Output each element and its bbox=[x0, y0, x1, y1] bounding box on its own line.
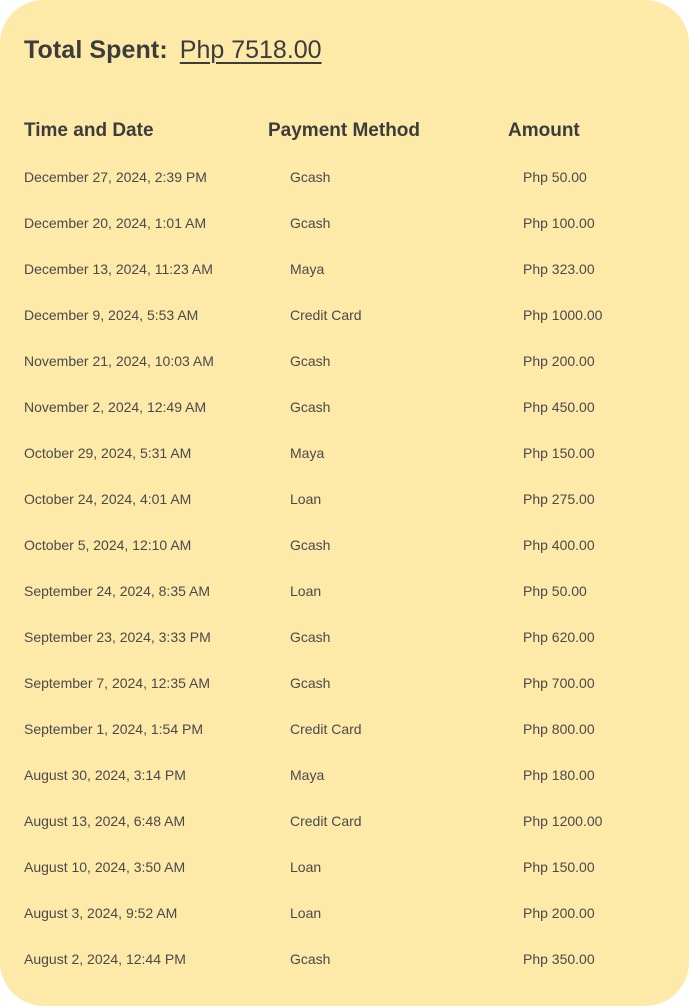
transaction-date: December 27, 2024, 2:39 PM bbox=[24, 169, 207, 185]
payment-method: Gcash bbox=[290, 215, 331, 231]
transaction-amount: Php 180.00 bbox=[523, 767, 595, 783]
table-row: August 30, 2024, 3:14 PM Maya Php 180.00 bbox=[0, 764, 689, 810]
table-row: December 9, 2024, 5:53 AM Credit Card Php … bbox=[0, 304, 689, 350]
transaction-date: September 23, 2024, 3:33 PM bbox=[24, 629, 211, 645]
column-header-payment-method: Payment Method bbox=[268, 120, 421, 141]
table-row: September 7, 2024, 12:35 AM Gcash Php 700.… bbox=[0, 672, 689, 718]
transaction-date: August 2, 2024, 12:44 PM bbox=[24, 951, 186, 967]
column-header-amount: Amount bbox=[508, 120, 580, 141]
payment-method: Maya bbox=[290, 445, 325, 461]
payment-method: Gcash bbox=[290, 629, 331, 645]
transaction-date: December 13, 2024, 11:23 AM bbox=[24, 261, 213, 277]
table-row: August 13, 2024, 6:48 AM Credit Card Php 1… bbox=[0, 810, 689, 856]
table-row: December 20, 2024, 1:01 AM Gcash Php 100.0… bbox=[0, 212, 689, 258]
payment-method: Gcash bbox=[290, 537, 331, 553]
payment-method: Loan bbox=[290, 859, 322, 875]
payment-method: Credit Card bbox=[290, 721, 362, 737]
transaction-amount: Php 50.00 bbox=[523, 169, 587, 185]
transactions-card: Total Spent: Php 7518.00 Time and Date P… bbox=[0, 0, 689, 1006]
transaction-date: December 9, 2024, 5:53 AM bbox=[24, 307, 199, 323]
transaction-amount: Php 200.00 bbox=[523, 905, 595, 921]
table-row: October 24, 2024, 4:01 AM Loan Php 275.00 bbox=[0, 488, 689, 534]
transaction-date: December 20, 2024, 1:01 AM bbox=[24, 215, 207, 231]
transaction-date: October 29, 2024, 5:31 AM bbox=[24, 445, 192, 461]
table-row: August 10, 2024, 3:50 AM Loan Php 150.00 bbox=[0, 856, 689, 902]
transaction-amount: Php 400.00 bbox=[523, 537, 595, 553]
transaction-date: September 24, 2024, 8:35 AM bbox=[24, 583, 211, 599]
table-header: Time and Date Payment Method Amount bbox=[0, 120, 689, 148]
payment-method: Loan bbox=[290, 583, 322, 599]
payment-method: Maya bbox=[290, 767, 325, 783]
payment-method: Gcash bbox=[290, 399, 331, 415]
payment-method: Maya bbox=[290, 261, 325, 277]
transaction-date: August 3, 2024, 9:52 AM bbox=[24, 905, 178, 921]
table-row: November 21, 2024, 10:03 AM Gcash Php 200.… bbox=[0, 350, 689, 396]
table-row: August 2, 2024, 12:44 PM Gcash Php 350.00 bbox=[0, 948, 689, 994]
transaction-amount: Php 200.00 bbox=[523, 353, 595, 369]
transaction-date: August 30, 2024, 3:14 PM bbox=[24, 767, 186, 783]
transaction-amount: Php 150.00 bbox=[523, 859, 595, 875]
transaction-amount: Php 275.00 bbox=[523, 491, 595, 507]
table-row: October 5, 2024, 12:10 AM Gcash Php 400.00 bbox=[0, 534, 689, 580]
transaction-date: August 13, 2024, 6:48 AM bbox=[24, 813, 186, 829]
transaction-amount: Php 1200.00 bbox=[523, 813, 603, 829]
transaction-amount: Php 150.00 bbox=[523, 445, 595, 461]
transaction-date: September 7, 2024, 12:35 AM bbox=[24, 675, 211, 691]
payment-method: Credit Card bbox=[290, 307, 362, 323]
table-row: October 29, 2024, 5:31 AM Maya Php 150.00 bbox=[0, 442, 689, 488]
transaction-amount: Php 323.00 bbox=[523, 261, 595, 277]
table-row: December 27, 2024, 2:39 PM Gcash Php 50.00 bbox=[0, 166, 689, 212]
transaction-date: November 21, 2024, 10:03 AM bbox=[24, 353, 214, 369]
table-row: November 2, 2024, 12:49 AM Gcash Php 450.0… bbox=[0, 396, 689, 442]
transaction-date: November 2, 2024, 12:49 AM bbox=[24, 399, 207, 415]
total-spent-value-link[interactable]: Php 7518.00 bbox=[180, 36, 322, 65]
transaction-amount: Php 620.00 bbox=[523, 629, 595, 645]
total-spent-label: Total Spent: bbox=[24, 36, 168, 64]
table-row: August 3, 2024, 9:52 AM Loan Php 200.00 bbox=[0, 902, 689, 948]
transaction-amount: Php 1000.00 bbox=[523, 307, 603, 323]
table-row: September 24, 2024, 8:35 AM Loan Php 50.00 bbox=[0, 580, 689, 626]
payment-method: Loan bbox=[290, 905, 322, 921]
transaction-list: December 27, 2024, 2:39 PM Gcash Php 50.00… bbox=[0, 166, 689, 994]
table-row: December 13, 2024, 11:23 AM Maya Php 323.0… bbox=[0, 258, 689, 304]
payment-method: Gcash bbox=[290, 951, 331, 967]
transaction-date: October 24, 2024, 4:01 AM bbox=[24, 491, 192, 507]
transaction-amount: Php 350.00 bbox=[523, 951, 595, 967]
column-header-date: Time and Date bbox=[24, 120, 154, 141]
table-row: September 1, 2024, 1:54 PM Credit Card Php… bbox=[0, 718, 689, 764]
table-row: September 23, 2024, 3:33 PM Gcash Php 620.… bbox=[0, 626, 689, 672]
payment-method: Loan bbox=[290, 491, 322, 507]
transaction-date: August 10, 2024, 3:50 AM bbox=[24, 859, 186, 875]
total-spent: Total Spent: Php 7518.00 bbox=[24, 36, 322, 65]
payment-method: Gcash bbox=[290, 675, 331, 691]
payment-method: Credit Card bbox=[290, 813, 362, 829]
transaction-amount: Php 700.00 bbox=[523, 675, 595, 691]
transaction-date: September 1, 2024, 1:54 PM bbox=[24, 721, 203, 737]
payment-method: Gcash bbox=[290, 353, 331, 369]
payment-method: Gcash bbox=[290, 169, 331, 185]
transaction-amount: Php 100.00 bbox=[523, 215, 595, 231]
transaction-amount: Php 450.00 bbox=[523, 399, 595, 415]
transaction-date: October 5, 2024, 12:10 AM bbox=[24, 537, 192, 553]
transaction-amount: Php 800.00 bbox=[523, 721, 595, 737]
transaction-amount: Php 50.00 bbox=[523, 583, 587, 599]
